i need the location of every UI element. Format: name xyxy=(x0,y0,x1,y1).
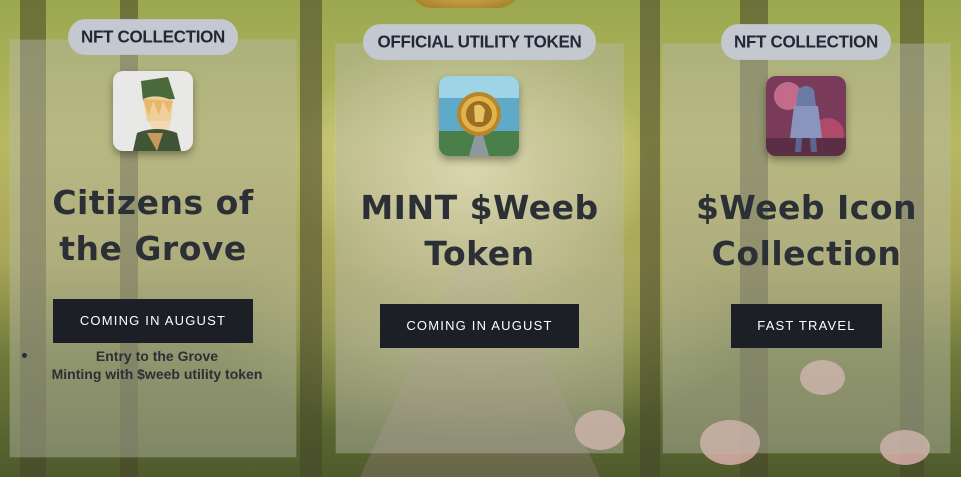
card-title: Citizens of the Grove xyxy=(10,180,296,272)
title-line-1: MINT $Weeb xyxy=(360,188,599,227)
card-title: MINT $Weeb Token xyxy=(336,185,623,277)
logo-coin-edge xyxy=(410,0,520,8)
coming-in-august-button[interactable]: COMING IN AUGUST xyxy=(380,304,579,348)
feature-list: Entry to the Grove Minting with $weeb ut… xyxy=(14,347,292,383)
hooded-figure-image xyxy=(766,76,846,156)
gold-coin-image xyxy=(439,76,519,156)
title-line-2: the Grove xyxy=(59,229,247,268)
title-line-1: $Weeb Icon xyxy=(695,188,918,227)
list-item: Entry to the Grove xyxy=(22,347,292,365)
card-badge: NFT COLLECTION xyxy=(68,19,238,55)
title-line-1: Citizens of xyxy=(52,183,254,222)
title-line-2: Token xyxy=(424,234,535,273)
elf-avatar-image xyxy=(113,71,193,151)
card-title: $Weeb Icon Collection xyxy=(663,185,950,277)
coming-in-august-button[interactable]: COMING IN AUGUST xyxy=(53,299,253,343)
fast-travel-button[interactable]: FAST TRAVEL xyxy=(731,304,882,348)
card-badge: NFT COLLECTION xyxy=(721,24,891,60)
title-line-2: Collection xyxy=(711,234,902,273)
card-badge: OFFICIAL UTILITY TOKEN xyxy=(363,24,596,60)
list-item: Minting with $weeb utility token xyxy=(51,366,263,382)
